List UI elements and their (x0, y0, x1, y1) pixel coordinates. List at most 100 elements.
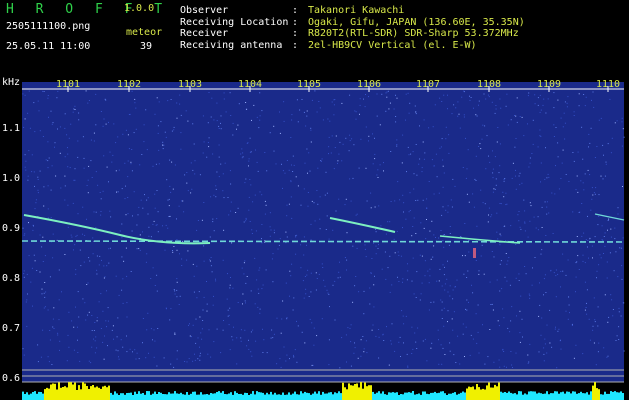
noise-speck (59, 152, 61, 154)
noise-speck (506, 203, 508, 205)
noise-speck (127, 213, 129, 215)
noise-speck (481, 244, 483, 246)
noise-speck (499, 203, 501, 204)
level-bar (64, 386, 66, 400)
level-bar (556, 391, 558, 400)
noise-speck (203, 296, 205, 298)
noise-speck (395, 121, 397, 123)
noise-speck (29, 127, 31, 129)
level-bar (404, 392, 406, 400)
noise-speck (143, 124, 145, 126)
noise-speck (266, 352, 268, 354)
noise-speck (335, 135, 337, 137)
noise-speck (122, 346, 124, 348)
noise-speck (538, 315, 540, 317)
noise-speck (174, 164, 176, 166)
level-bar (292, 393, 294, 400)
noise-speck (167, 100, 169, 102)
noise-speck (426, 219, 427, 220)
noise-speck (523, 199, 525, 201)
noise-speck (546, 177, 548, 179)
noise-speck (252, 201, 254, 203)
level-bar (502, 392, 504, 400)
noise-speck (373, 306, 375, 308)
level-bar (530, 391, 532, 400)
noise-speck (59, 340, 61, 342)
noise-speck (430, 258, 432, 260)
noise-speck (462, 323, 464, 325)
noise-speck (351, 138, 353, 140)
noise-speck (436, 176, 438, 178)
level-bar (310, 394, 312, 400)
noise-speck (52, 318, 54, 320)
noise-speck (289, 358, 290, 360)
noise-speck (345, 198, 347, 200)
noise-speck (453, 354, 455, 356)
noise-speck (113, 338, 114, 340)
noise-speck (150, 278, 152, 279)
noise-speck (167, 199, 169, 201)
noise-speck (369, 303, 371, 305)
noise-speck (519, 172, 521, 174)
level-bar (130, 392, 132, 400)
noise-speck (411, 353, 413, 354)
level-bar (270, 391, 272, 400)
noise-speck (348, 150, 350, 152)
noise-speck (529, 220, 531, 222)
noise-speck (409, 102, 411, 104)
noise-speck (447, 211, 449, 213)
noise-speck (275, 163, 277, 165)
noise-speck (448, 244, 450, 246)
noise-speck (575, 262, 577, 264)
noise-speck (515, 115, 517, 117)
level-bar (174, 391, 176, 400)
noise-speck (566, 106, 568, 108)
noise-speck (544, 274, 546, 276)
noise-speck (229, 92, 231, 94)
noise-speck (245, 220, 247, 222)
level-bar (88, 389, 90, 400)
noise-speck (503, 351, 505, 352)
noise-speck (229, 170, 231, 172)
noise-speck (191, 336, 192, 338)
noise-speck (496, 212, 498, 214)
noise-speck (604, 232, 606, 234)
noise-speck (182, 240, 184, 242)
noise-speck (476, 225, 478, 227)
noise-speck (176, 278, 178, 280)
noise-speck (411, 326, 413, 328)
noise-speck (407, 366, 409, 368)
noise-speck (511, 306, 513, 308)
noise-speck (271, 258, 273, 260)
noise-speck (123, 260, 125, 262)
noise-speck (32, 229, 34, 231)
noise-speck (120, 339, 122, 341)
noise-speck (349, 94, 351, 96)
noise-speck (300, 204, 302, 206)
noise-speck (375, 335, 377, 337)
level-bar (564, 393, 566, 400)
noise-speck (113, 123, 115, 125)
noise-speck (201, 328, 203, 330)
level-bar (112, 394, 114, 400)
noise-speck (51, 165, 53, 167)
level-bar (116, 393, 118, 400)
noise-speck (390, 151, 392, 152)
level-bar (42, 393, 44, 400)
noise-speck (521, 116, 523, 118)
noise-speck (212, 218, 214, 220)
noise-speck (370, 207, 372, 209)
noise-speck (401, 162, 403, 164)
noise-speck (223, 229, 225, 231)
level-bar (224, 394, 226, 400)
noise-speck (273, 125, 275, 127)
noise-speck (484, 125, 486, 127)
noise-speck (212, 221, 214, 223)
level-bar (620, 391, 622, 400)
noise-speck (495, 105, 497, 106)
noise-speck (441, 138, 443, 140)
level-bar (604, 391, 606, 400)
level-bar (100, 388, 102, 400)
noise-speck (597, 351, 599, 353)
noise-speck (593, 106, 595, 108)
